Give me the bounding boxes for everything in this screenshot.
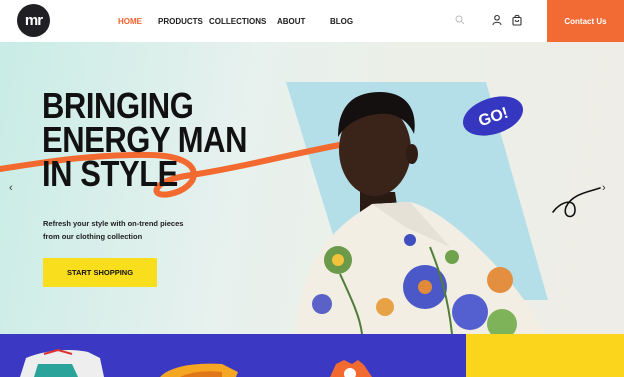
featured-strip-artwork <box>20 348 372 377</box>
hero-subtitle-line-2: from our clothing collection <box>43 232 143 241</box>
hero-title-line-2: ENERGY MAN <box>42 119 248 160</box>
next-slide-arrow[interactable]: › <box>602 182 606 194</box>
prev-slide-arrow[interactable]: ‹ <box>9 182 13 194</box>
nav-about[interactable]: ABOUT <box>277 17 305 26</box>
site-header: mr HOME PRODUCTS COLLECTIONS ABOUT BLOG … <box>0 0 624 42</box>
nav-home[interactable]: HOME <box>118 17 142 26</box>
hero-title-line-1: BRINGING <box>42 85 194 126</box>
user-icon[interactable] <box>491 14 503 26</box>
nav-products[interactable]: PRODUCTS <box>158 17 203 26</box>
nav-collections[interactable]: COLLECTIONS <box>209 17 266 26</box>
squiggle-doodle <box>552 187 601 218</box>
featured-strip <box>0 334 624 377</box>
hero-subtitle-line-1: Refresh your style with on-trend pieces <box>43 219 184 228</box>
hero-title: BRINGING ENERGY MAN IN STYLE <box>42 85 248 194</box>
cart-icon[interactable] <box>511 14 523 26</box>
start-shopping-button[interactable]: START SHOPPING <box>43 258 157 287</box>
hero-banner: GO! BRINGING ENERGY MAN IN STYLE Refresh… <box>0 42 624 334</box>
search-icon[interactable] <box>455 15 465 25</box>
brand-logo[interactable]: mr <box>17 4 50 37</box>
hero-subtitle: Refresh your style with on-trend pieces … <box>43 217 203 243</box>
contact-us-button[interactable]: Contact Us <box>547 0 624 42</box>
nav-blog[interactable]: BLOG <box>330 17 353 26</box>
hero-title-line-3: IN STYLE <box>42 153 178 194</box>
